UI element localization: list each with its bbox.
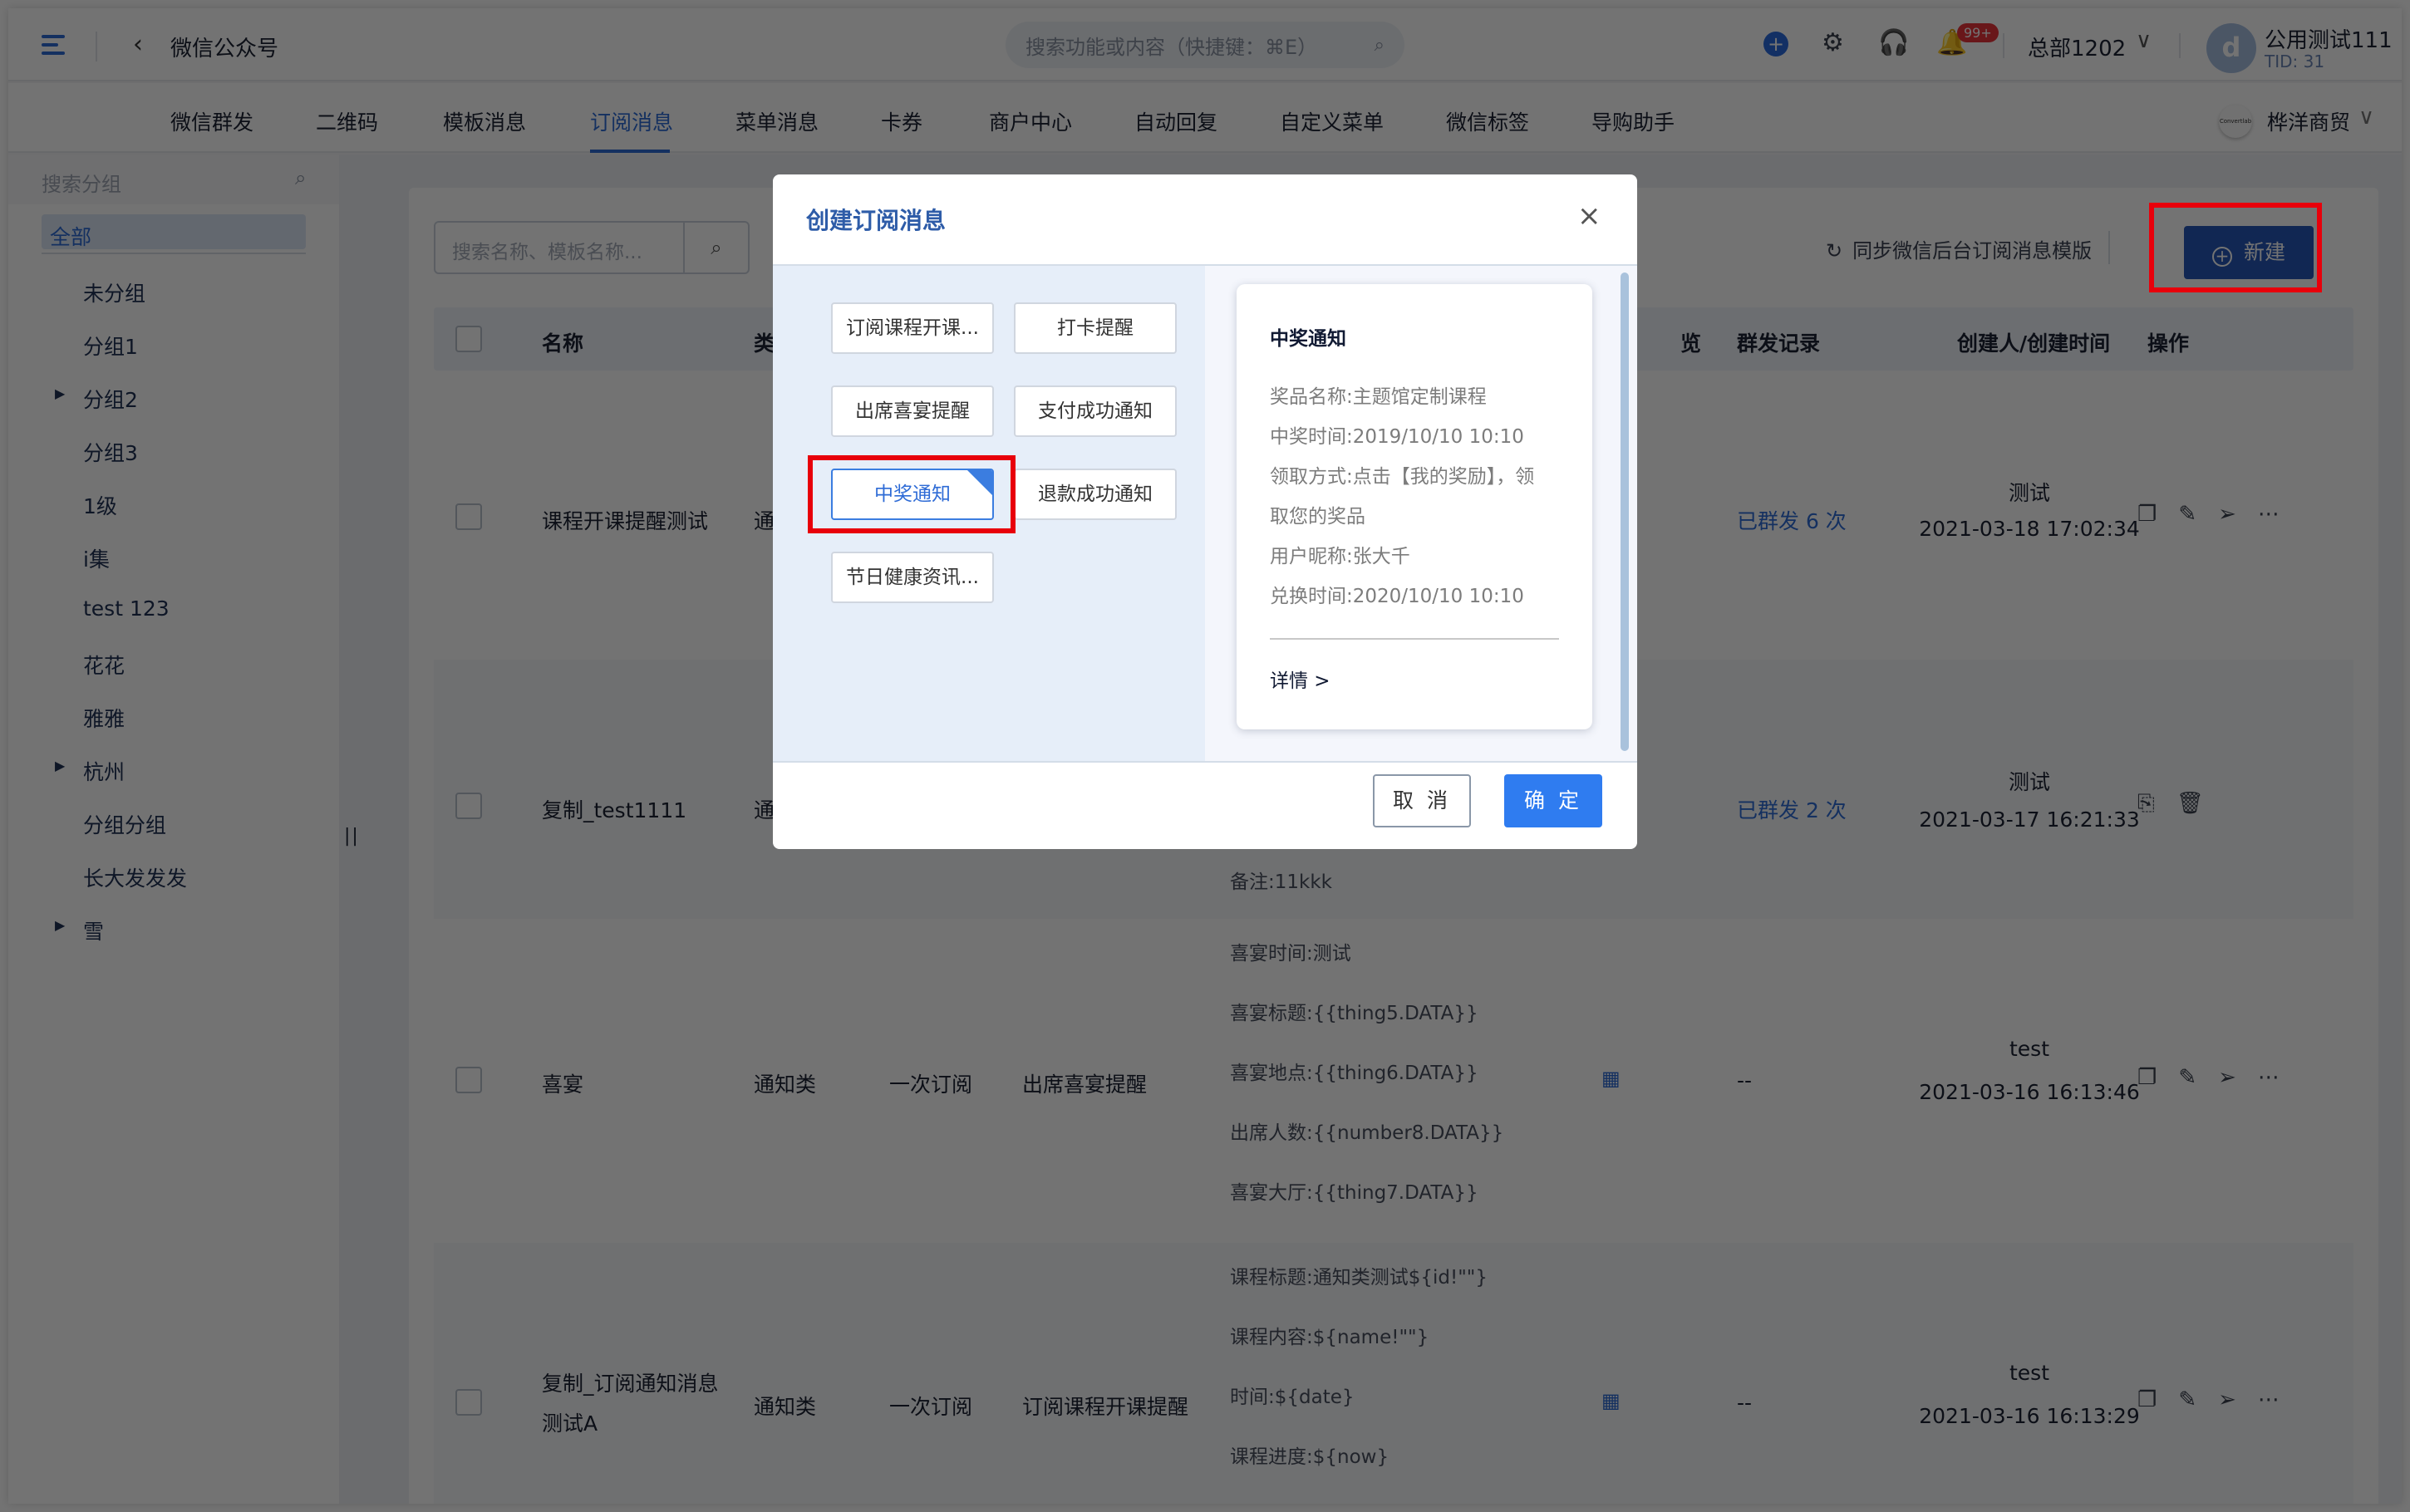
close-icon[interactable]: × <box>1577 199 1601 233</box>
preview-line: 奖品名称:主题馆定制课程 <box>1270 386 1487 408</box>
template-option[interactable]: 订阅课程开课... <box>831 302 994 354</box>
preview-title: 中奖通知 <box>1270 328 1346 350</box>
template-option[interactable]: 打卡提醒 <box>1014 302 1177 354</box>
preview-card: 中奖通知 奖品名称:主题馆定制课程 中奖时间:2019/10/10 10:10 … <box>1237 284 1592 729</box>
cancel-button[interactable]: 取 消 <box>1373 774 1471 827</box>
preview-line: 取您的奖品 <box>1270 506 1365 528</box>
template-option[interactable]: 支付成功通知 <box>1014 385 1177 437</box>
preview-line: 兑换时间:2020/10/10 10:10 <box>1270 586 1524 607</box>
preview-line: 中奖时间:2019/10/10 10:10 <box>1270 426 1524 448</box>
preview-scrollbar[interactable] <box>1621 272 1629 751</box>
highlight-box <box>2149 203 2322 292</box>
divider <box>1270 638 1559 640</box>
template-option[interactable]: 出席喜宴提醒 <box>831 385 994 437</box>
template-option[interactable]: 退款成功通知 <box>1014 469 1177 520</box>
preview-line: 领取方式:点击【我的奖励】，领 <box>1270 466 1535 488</box>
preview-line: 用户昵称:张大千 <box>1270 546 1410 567</box>
preview-details-link[interactable]: 详情 > <box>1270 665 1330 693</box>
template-preview-pane: 中奖通知 奖品名称:主题馆定制课程 中奖时间:2019/10/10 10:10 … <box>1205 266 1637 761</box>
template-option[interactable]: 节日健康资讯... <box>831 552 994 603</box>
highlight-box <box>808 455 1016 533</box>
confirm-button[interactable]: 确 定 <box>1504 774 1602 827</box>
dialog-title: 创建订阅消息 <box>806 207 947 234</box>
